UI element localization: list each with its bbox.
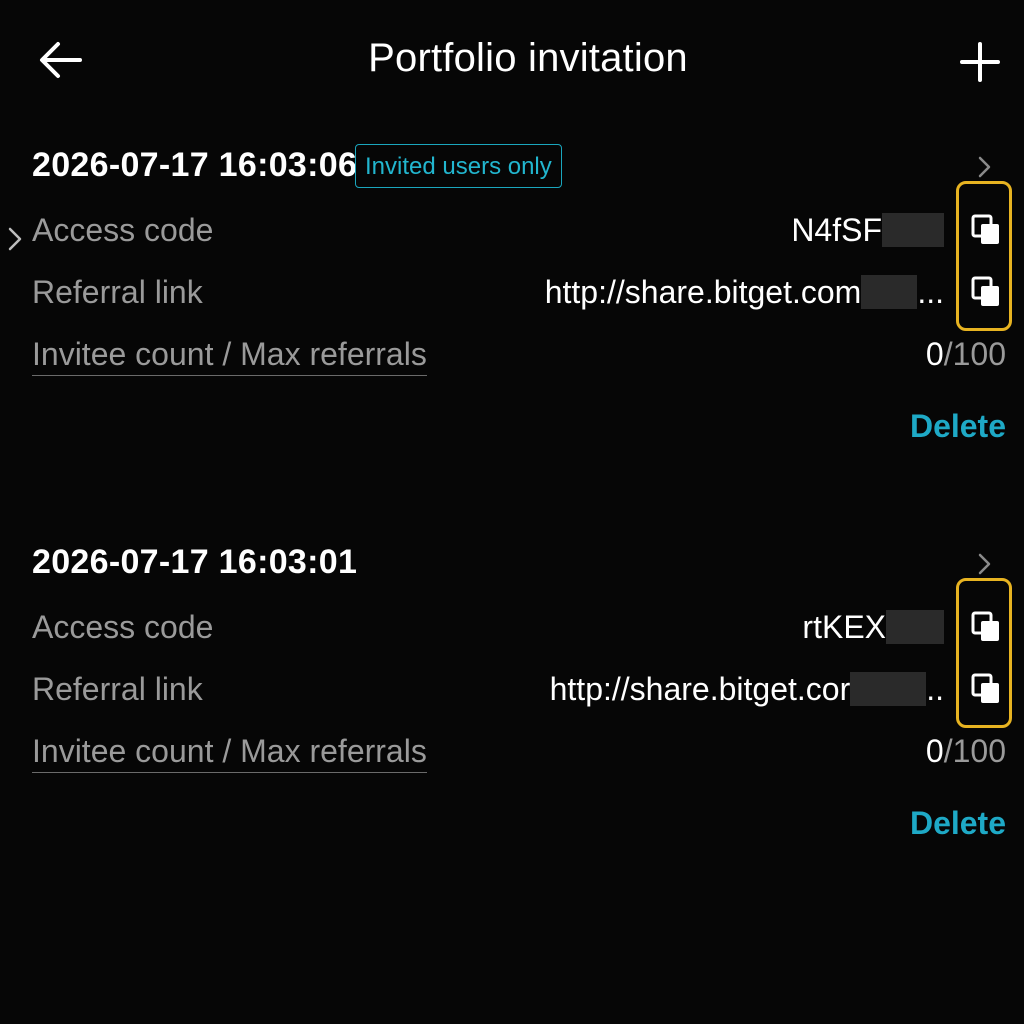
invitation-date: 2026-07-17 16:03:01 [32, 543, 358, 581]
header: Portfolio invitation [0, 0, 1024, 120]
access-code-label: Access code [32, 609, 214, 645]
copy-referral-link-button[interactable] [971, 276, 1001, 308]
redacted-block [882, 213, 944, 247]
redacted-block [886, 610, 944, 644]
referral-link-value: http://share.bitget.cor.. [550, 671, 944, 708]
copy-buttons-highlight [956, 181, 1012, 331]
copy-access-code-button[interactable] [971, 611, 1001, 643]
invitation-card: 2026-07-17 16:03:06 Invited users only A… [0, 140, 1024, 460]
copy-access-code-button[interactable] [971, 214, 1001, 246]
access-code-label: Access code [32, 212, 214, 248]
chevron-right-icon[interactable] [976, 154, 994, 180]
redacted-block [850, 672, 927, 706]
invitee-count-label: Invitee count / Max referrals [32, 733, 427, 773]
add-invitation-button[interactable] [956, 38, 1004, 86]
max-referrals: 100 [952, 733, 1006, 769]
status-badge: Invited users only [355, 144, 562, 188]
copy-icon [971, 276, 999, 306]
referral-link-ellipsis: .. [926, 671, 944, 707]
copy-icon [971, 611, 999, 641]
invitation-card: 2026-07-17 16:03:01 Access code rtKEX Re… [0, 537, 1024, 857]
access-code-value: rtKEX [802, 609, 944, 646]
portfolio-invitation-screen: Portfolio invitation 2026-07-17 16:03:06… [0, 0, 1024, 1024]
max-referrals: 100 [952, 336, 1006, 372]
access-code-text: N4fSF [791, 212, 882, 248]
chevron-right-icon[interactable] [976, 551, 994, 577]
referral-link-ellipsis: ... [917, 274, 944, 310]
invitee-count-label: Invitee count / Max referrals [32, 336, 427, 376]
copy-buttons-highlight [956, 578, 1012, 728]
access-code-text: rtKEX [802, 609, 886, 645]
count-separator: / [943, 733, 953, 769]
referral-link-text: http://share.bitget.com [544, 274, 862, 310]
copy-icon [971, 673, 999, 703]
page-title: Portfolio invitation [368, 36, 688, 80]
invitation-date: 2026-07-17 16:03:06 [32, 146, 358, 184]
referral-link-label: Referral link [32, 671, 203, 707]
delete-button[interactable]: Delete [910, 408, 1006, 445]
redacted-block [861, 275, 918, 309]
invitee-count: 0 [925, 733, 944, 769]
referral-link-value: http://share.bitget.com... [545, 274, 944, 311]
referral-link-text: http://share.bitget.cor [549, 671, 851, 707]
plus-icon [960, 42, 1000, 82]
referral-link-label: Referral link [32, 274, 203, 310]
copy-referral-link-button[interactable] [971, 673, 1001, 705]
invitee-count-value: 0/100 [926, 733, 1006, 770]
access-code-value: N4fSF [791, 212, 944, 249]
copy-icon [971, 214, 999, 244]
invitee-count-value: 0/100 [926, 336, 1006, 373]
invitee-count: 0 [925, 336, 944, 372]
count-separator: / [943, 336, 953, 372]
delete-button[interactable]: Delete [910, 805, 1006, 842]
